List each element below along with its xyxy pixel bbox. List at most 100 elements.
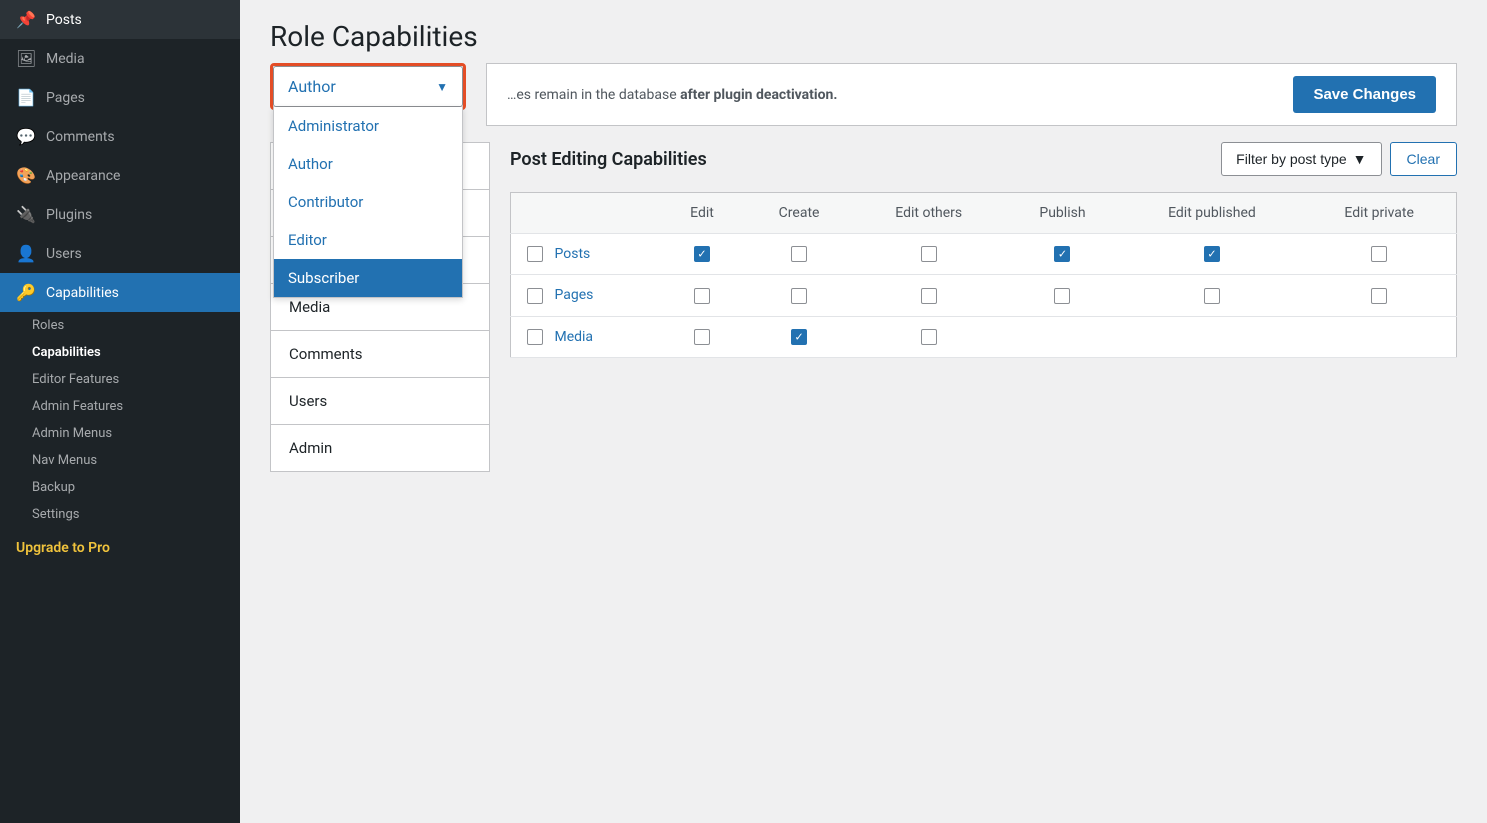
row-select-checkbox-pages[interactable] [527, 288, 543, 304]
filter-label: Filter by post type [1236, 151, 1347, 167]
checkbox-posts-create[interactable] [791, 246, 807, 262]
capabilities-title: Post Editing Capabilities [510, 149, 707, 170]
sidebar-item-media[interactable]: 🖼 Media [0, 39, 240, 78]
row-label-media: Media [554, 329, 593, 345]
sidebar-item-label: Pages [46, 90, 85, 106]
sidebar-subitem-admin-features[interactable]: Admin Features [32, 393, 240, 420]
table-row: Media [511, 316, 1457, 357]
sidebar-item-label: Users [46, 246, 82, 262]
row-select-checkbox-media[interactable] [527, 329, 543, 345]
checkbox-posts-edit-published[interactable] [1204, 246, 1220, 262]
cell-media-edit-others [854, 316, 1003, 357]
users-icon: 👤 [16, 244, 36, 263]
sidebar-subitem-nav-menus[interactable]: Nav Menus [32, 447, 240, 474]
sidebar-item-label: Comments [46, 129, 115, 145]
sidebar-item-label: Appearance [46, 168, 120, 184]
dropdown-item-administrator[interactable]: Administrator [274, 107, 462, 145]
sidebar-item-label: Media [46, 51, 85, 67]
sidebar-item-label: Capabilities [46, 285, 119, 301]
capabilities-table: Edit Create Edit others Publish Edit pub… [510, 192, 1457, 358]
sidebar-item-pages[interactable]: 📄 Pages [0, 78, 240, 117]
cell-pages-publish [1003, 275, 1121, 316]
dropdown-item-author[interactable]: Author [274, 145, 462, 183]
filter-area: Filter by post type ▼ Clear [1221, 142, 1457, 176]
right-panel: Post Editing Capabilities Filter by post… [510, 142, 1457, 803]
sidebar-item-users[interactable]: 👤 Users [0, 234, 240, 273]
dropdown-item-contributor[interactable]: Contributor [274, 183, 462, 221]
checkbox-media-create[interactable] [791, 329, 807, 345]
cell-posts-edit-private [1302, 234, 1456, 275]
row-select-checkbox-posts[interactable] [527, 246, 543, 262]
checkbox-pages-edit-others[interactable] [921, 288, 937, 304]
row-label-posts: Posts [554, 246, 590, 262]
row-label-cell: Media [511, 316, 660, 357]
checkbox-pages-edit-private[interactable] [1371, 288, 1387, 304]
sidebar-item-plugins[interactable]: 🔌 Plugins [0, 195, 240, 234]
sidebar-subitem-capabilities[interactable]: Capabilities [32, 339, 240, 366]
pages-icon: 📄 [16, 88, 36, 107]
chevron-down-icon: ▼ [436, 80, 448, 94]
cell-posts-publish [1003, 234, 1121, 275]
table-row: Pages [511, 275, 1457, 316]
sidebar-subitem-settings[interactable]: Settings [32, 501, 240, 528]
sidebar-subitem-backup[interactable]: Backup [32, 474, 240, 501]
upgrade-to-pro-button[interactable]: Upgrade to Pro [0, 528, 240, 568]
row-label-cell: Pages [511, 275, 660, 316]
plugins-icon: 🔌 [16, 205, 36, 224]
checkbox-pages-publish[interactable] [1054, 288, 1070, 304]
checkbox-media-edit-others[interactable] [921, 329, 937, 345]
col-header-edit-others: Edit others [854, 193, 1003, 234]
tab-admin[interactable]: Admin [270, 424, 490, 472]
checkbox-pages-edit[interactable] [694, 288, 710, 304]
clear-filter-button[interactable]: Clear [1390, 142, 1457, 176]
cell-pages-edit-published [1122, 275, 1303, 316]
col-header-edit-private: Edit private [1302, 193, 1456, 234]
row-label-pages: Pages [554, 287, 593, 303]
sidebar-item-label: Posts [46, 12, 82, 28]
cell-posts-edit-others [854, 234, 1003, 275]
capabilities-header: Post Editing Capabilities Filter by post… [510, 142, 1457, 176]
notice-prefix: …es remain in the database [507, 87, 680, 103]
dropdown-item-subscriber[interactable]: Subscriber [274, 259, 462, 297]
row-label-cell: Posts [511, 234, 660, 275]
sidebar-subitem-roles[interactable]: Roles [32, 312, 240, 339]
col-header-edit-published: Edit published [1122, 193, 1303, 234]
role-dropdown-button[interactable]: Author ▼ [273, 66, 463, 107]
checkbox-posts-edit-private[interactable] [1371, 246, 1387, 262]
sidebar-item-label: Plugins [46, 207, 92, 223]
notice-emphasis: after plugin deactivation. [680, 87, 837, 103]
sidebar-item-comments[interactable]: 💬 Comments [0, 117, 240, 156]
appearance-icon: 🎨 [16, 166, 36, 185]
notice-bar: …es remain in the database after plugin … [486, 63, 1457, 126]
posts-icon: 📌 [16, 10, 36, 29]
checkbox-pages-create[interactable] [791, 288, 807, 304]
sidebar-item-posts[interactable]: 📌 Posts [0, 0, 240, 39]
sidebar-subitem-editor-features[interactable]: Editor Features [32, 366, 240, 393]
cell-media-edit-published [1122, 316, 1303, 357]
tab-comments[interactable]: Comments [270, 330, 490, 377]
role-dropdown-list: Administrator Author Contributor Editor … [273, 107, 463, 298]
filter-by-post-type-button[interactable]: Filter by post type ▼ [1221, 142, 1381, 176]
tab-users[interactable]: Users [270, 377, 490, 424]
dropdown-item-editor[interactable]: Editor [274, 221, 462, 259]
checkbox-posts-publish[interactable] [1054, 246, 1070, 262]
cell-media-publish [1003, 316, 1121, 357]
checkbox-posts-edit-others[interactable] [921, 246, 937, 262]
cell-pages-edit-others [854, 275, 1003, 316]
main-content: Role Capabilities Author ▼ Administrator… [240, 0, 1487, 823]
checkbox-posts-edit[interactable] [694, 246, 710, 262]
checkbox-media-edit[interactable] [694, 329, 710, 345]
sidebar-item-capabilities[interactable]: 🔑 Capabilities [0, 273, 240, 312]
cell-posts-create [744, 234, 854, 275]
sidebar-subitem-admin-menus[interactable]: Admin Menus [32, 420, 240, 447]
checkbox-pages-edit-published[interactable] [1204, 288, 1220, 304]
cell-pages-edit [660, 275, 744, 316]
cell-media-edit [660, 316, 744, 357]
col-header-name [511, 193, 660, 234]
comments-icon: 💬 [16, 127, 36, 146]
save-changes-button[interactable]: Save Changes [1293, 76, 1436, 113]
cell-pages-edit-private [1302, 275, 1456, 316]
cell-media-create [744, 316, 854, 357]
sidebar-item-appearance[interactable]: 🎨 Appearance [0, 156, 240, 195]
page-title: Role Capabilities [270, 20, 1457, 53]
